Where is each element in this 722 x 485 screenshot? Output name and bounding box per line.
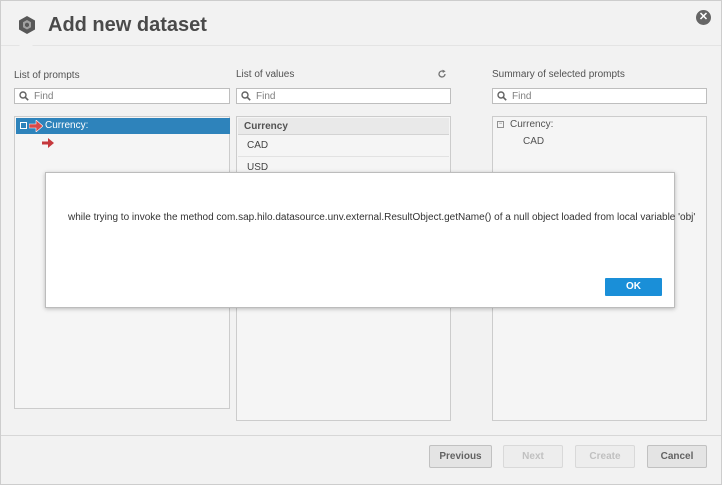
ok-button[interactable]: OK — [605, 278, 662, 296]
error-dialog: while trying to invoke the method com.sa… — [45, 172, 695, 308]
error-message: while trying to invoke the method com.sa… — [68, 212, 696, 223]
